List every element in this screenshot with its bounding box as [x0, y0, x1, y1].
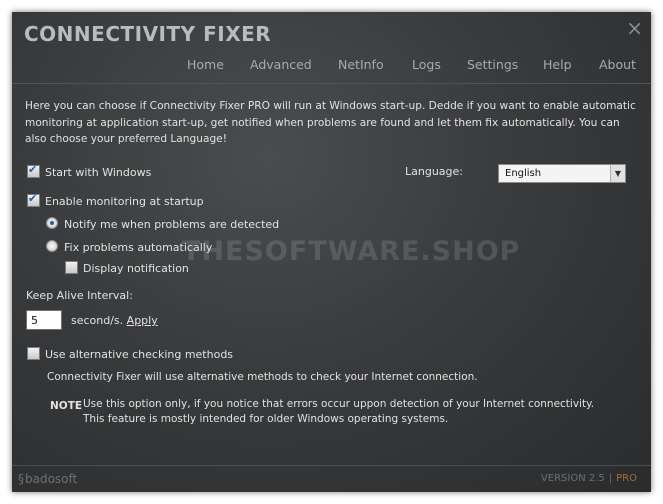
apply-link[interactable]: Apply: [127, 314, 158, 327]
display-notification-checkbox[interactable]: [65, 261, 78, 274]
start-with-windows-label: Start with Windows: [45, 166, 152, 179]
enable-monitoring-label: Enable monitoring at startup: [45, 195, 204, 208]
nav-advanced[interactable]: Advanced: [250, 57, 312, 72]
start-with-windows-checkbox[interactable]: [27, 163, 40, 178]
version-separator: |: [608, 473, 613, 484]
alt-methods-label: Use alternative checking methods: [45, 348, 234, 361]
notify-option-label: Notify me when problems are detected: [64, 218, 280, 231]
notify-option-row[interactable]: Notify me when problems are detected: [46, 217, 279, 231]
close-icon[interactable]: ×: [626, 16, 643, 40]
nav-logs[interactable]: Logs: [412, 57, 441, 72]
badosoft-logo-icon: §: [18, 472, 24, 486]
fix-option-row[interactable]: Fix problems automatically: [46, 240, 212, 254]
keep-alive-label: Keep Alive Interval:: [26, 289, 133, 302]
alt-methods-checkbox[interactable]: [27, 347, 40, 360]
nav-settings[interactable]: Settings: [467, 57, 518, 72]
chevron-down-icon: ▼: [610, 165, 625, 182]
keep-alive-unit-row: second/s. Apply: [71, 314, 158, 327]
footer-divider: [12, 465, 651, 466]
version-label: VERSION 2.5: [540, 473, 605, 484]
nav-netinfo[interactable]: NetInfo: [338, 57, 384, 72]
language-select[interactable]: English ▼: [498, 164, 626, 183]
nav-about[interactable]: About: [599, 57, 636, 72]
fix-option-label: Fix problems automatically: [64, 241, 213, 254]
enable-monitoring-checkbox[interactable]: [27, 192, 40, 207]
note-label: NOTE: [50, 400, 83, 412]
keep-alive-input[interactable]: 5: [26, 310, 62, 330]
brand-name: badosoft: [25, 472, 78, 486]
app-window: CONNECTIVITY FIXER × Home Advanced NetIn…: [12, 12, 651, 492]
version-info: VERSION 2.5 | PRO: [541, 473, 637, 484]
nav-help[interactable]: Help: [543, 57, 572, 72]
intro-text: Here you can choose if Connectivity Fixe…: [25, 100, 636, 145]
start-with-windows-row[interactable]: Start with Windows: [27, 163, 152, 179]
note-text: Use this option only, if you notice that…: [83, 398, 595, 425]
alt-methods-description: Connectivity Fixer will use alternative …: [47, 371, 478, 383]
nav-divider: [12, 83, 651, 84]
display-notification-row[interactable]: Display notification: [65, 261, 189, 275]
edition-label: PRO: [616, 473, 637, 484]
language-label: Language:: [405, 165, 463, 178]
display-notification-label: Display notification: [83, 262, 189, 275]
keep-alive-unit: second/s.: [71, 314, 124, 327]
watermark-text: THESOFTWARE.SHOP: [182, 236, 521, 267]
alt-methods-row[interactable]: Use alternative checking methods: [27, 347, 233, 361]
fix-option-radio[interactable]: [46, 240, 58, 252]
nav-home[interactable]: Home: [187, 57, 224, 72]
notify-option-radio[interactable]: [46, 217, 58, 229]
brand-logo: §badosoft: [18, 472, 77, 486]
enable-monitoring-row[interactable]: Enable monitoring at startup: [27, 192, 204, 208]
app-title: CONNECTIVITY FIXER: [24, 22, 272, 46]
language-selected-value: English: [505, 168, 542, 179]
